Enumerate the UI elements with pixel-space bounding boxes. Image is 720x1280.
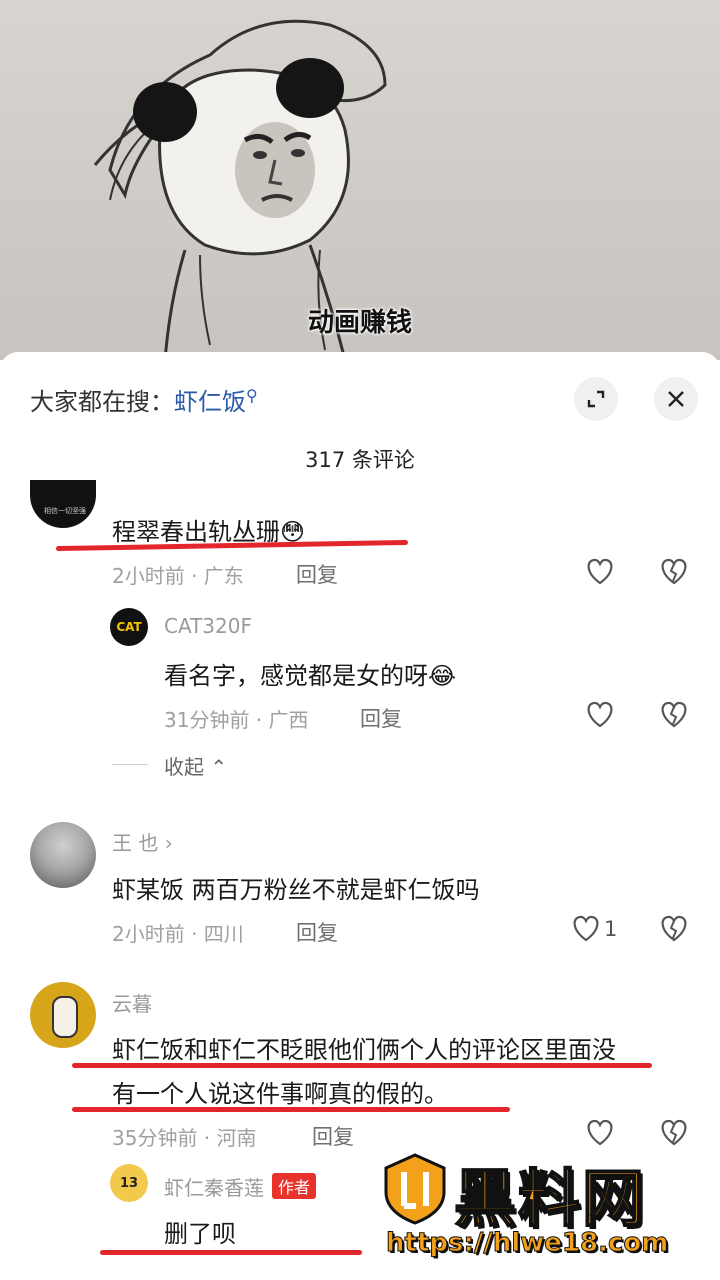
author-tag: 作者 xyxy=(272,1173,317,1199)
comment-text-line1: 虾仁饭和虾仁不眨眼他们俩个人的评论区里面没 xyxy=(112,1036,616,1064)
comment-text: 看名字，感觉都是女的呀😂 xyxy=(164,662,457,690)
search-suggestion[interactable]: 大家都在搜：虾仁饭⚲ xyxy=(30,382,258,417)
avatar[interactable]: 相信一切坚强 xyxy=(30,480,96,528)
avatar-caption: 相信一切坚强 xyxy=(44,507,86,515)
expand-icon xyxy=(587,390,605,408)
comment-count: 317 条评论 xyxy=(305,448,415,472)
like-heart-icon[interactable] xyxy=(570,913,602,943)
video-caption: 动画赚钱 xyxy=(307,308,412,338)
reply-button[interactable]: 回复 xyxy=(296,559,338,589)
dislike-broken-heart-icon[interactable] xyxy=(658,1117,690,1147)
avatar-figure xyxy=(52,996,78,1038)
comment-meta: 2小时前 · 四川 xyxy=(112,922,244,946)
like-heart-icon[interactable] xyxy=(584,699,616,729)
comment-text: 删了呗 xyxy=(164,1220,236,1248)
comment-text: 虾某饭 两百万粉丝不就是虾仁饭吗 xyxy=(112,876,480,904)
like-count: 1 xyxy=(604,917,618,941)
video-frame[interactable]: 动画赚钱 xyxy=(0,0,720,360)
avatar[interactable]: CAT xyxy=(110,608,148,646)
avatar-logo: CAT xyxy=(116,620,142,634)
expand-button[interactable] xyxy=(574,377,618,421)
close-button[interactable] xyxy=(654,377,698,421)
watermark-brand: 黑料网 xyxy=(453,1161,647,1236)
avatar[interactable]: 13 xyxy=(110,1164,148,1202)
search-prefix: 大家都在搜： xyxy=(30,388,174,416)
watermark-shield-logo xyxy=(384,1153,446,1225)
watermark-url: https://hlwe18.com xyxy=(385,1228,669,1259)
comment-sheet: 大家都在搜：虾仁饭⚲ 317 条评论 相信一切坚强 程翠春出轨丛珊😳 2小时前 … xyxy=(0,352,720,1280)
username[interactable]: CAT320F xyxy=(164,614,252,638)
dislike-broken-heart-icon[interactable] xyxy=(658,556,690,586)
divider xyxy=(112,764,148,765)
username[interactable]: 王 也 › xyxy=(112,827,173,856)
reply-button[interactable]: 回复 xyxy=(360,703,402,733)
chevron-right-icon: › xyxy=(164,831,173,855)
red-underline xyxy=(100,1250,362,1255)
reply-button[interactable]: 回复 xyxy=(312,1121,354,1151)
watermark: 黑料网 https://hlwe18.com xyxy=(382,1148,712,1272)
username[interactable]: 云暮 xyxy=(112,988,152,1017)
avatar-text: 13 xyxy=(119,1175,139,1191)
avatar[interactable] xyxy=(30,982,96,1048)
red-underline xyxy=(72,1063,652,1068)
search-icon: ⚲ xyxy=(246,386,258,405)
like-heart-icon[interactable] xyxy=(584,1117,616,1147)
like-heart-icon[interactable] xyxy=(584,556,616,586)
comment-meta: 35分钟前 · 河南 xyxy=(112,1126,257,1150)
comment-text-line2: 有一个人说这件事啊真的假的。 xyxy=(112,1080,448,1108)
reply-button[interactable]: 回复 xyxy=(296,917,338,947)
collapse-replies-button[interactable]: 收起 ⌃ xyxy=(164,751,227,780)
avatar[interactable] xyxy=(30,822,96,888)
close-icon xyxy=(668,391,684,407)
dislike-broken-heart-icon[interactable] xyxy=(658,913,690,943)
comment-meta: 31分钟前 · 广西 xyxy=(164,708,309,732)
red-underline xyxy=(72,1107,510,1112)
chevron-up-icon: ⌃ xyxy=(210,755,228,779)
search-keyword[interactable]: 虾仁饭 xyxy=(174,388,246,416)
dislike-broken-heart-icon[interactable] xyxy=(658,699,690,729)
username[interactable]: 虾仁秦香莲 作者 xyxy=(164,1172,317,1201)
comment-meta: 2小时前 · 广东 xyxy=(112,564,244,588)
